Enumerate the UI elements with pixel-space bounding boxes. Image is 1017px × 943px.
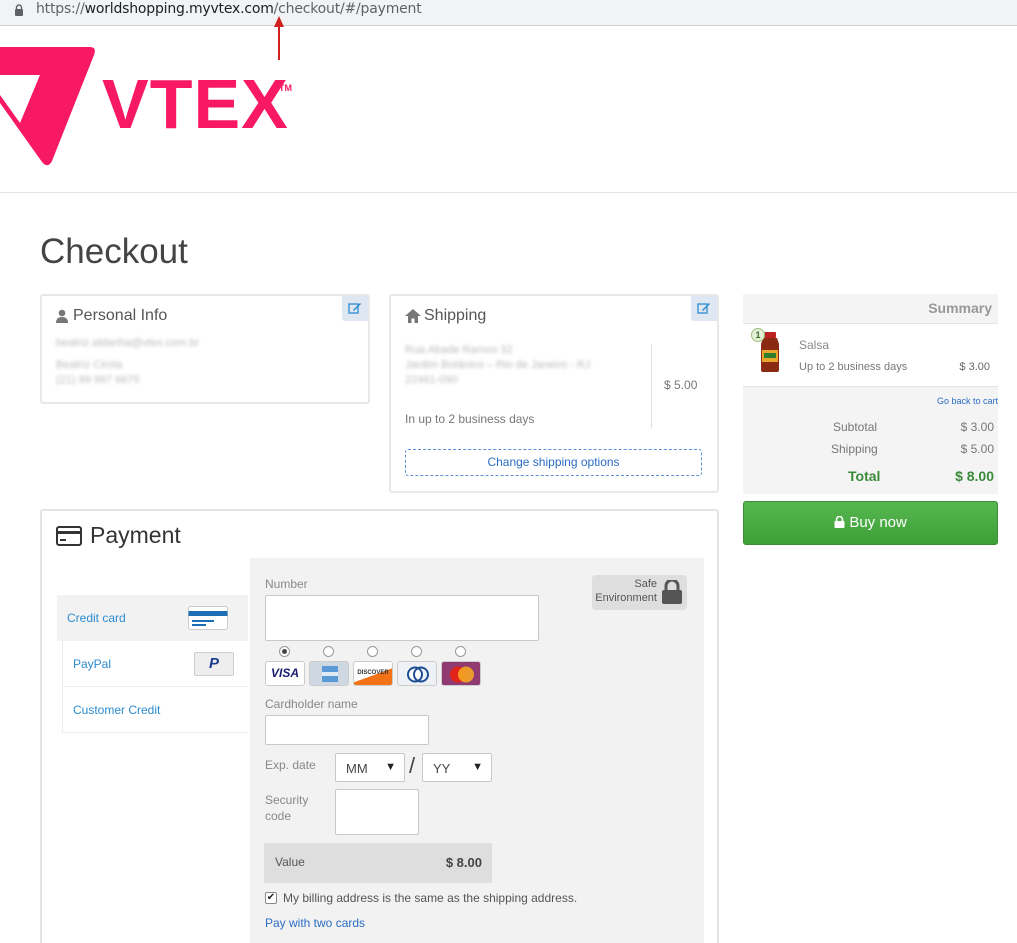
buy-now-button[interactable]: Buy now <box>743 501 998 545</box>
lock-icon <box>834 516 845 528</box>
paypal-icon: P <box>194 652 234 676</box>
safe-environment-badge: Safe Environment <box>592 575 687 610</box>
shipping-address-line2: Jardim Botânico – Rio de Janeiro - RJ <box>405 359 591 371</box>
personal-info-title: Personal Info <box>73 307 168 324</box>
brand-radio-diners[interactable] <box>411 646 422 657</box>
personal-phone: (21) 99 987 6675 <box>56 374 140 386</box>
visa-logo[interactable]: VISA <box>265 661 305 686</box>
order-summary: Summary 1 Salsa Up to 2 business days $ … <box>743 294 998 545</box>
back-to-cart-link[interactable]: Go back to cart <box>937 396 998 406</box>
personal-info-box: Personal Info beatriz.aldanha@vtex.com.b… <box>40 294 370 404</box>
amex-logo[interactable] <box>309 661 349 686</box>
pay-with-two-cards-link[interactable]: Pay with two cards <box>265 916 365 930</box>
item-name[interactable]: Salsa <box>799 338 829 352</box>
paypal-label: PayPal <box>73 657 112 671</box>
safe-line2: Environment <box>595 592 657 604</box>
cardholder-label: Cardholder name <box>265 697 358 711</box>
item-price: $ 3.00 <box>959 361 990 373</box>
security-code-input[interactable] <box>335 789 419 835</box>
page-title: Checkout <box>40 232 188 271</box>
shipping-label: Shipping <box>831 442 878 456</box>
value-amount: $ 8.00 <box>445 855 482 870</box>
credit-card-method-icon <box>188 606 228 630</box>
shipping-divider <box>651 344 652 428</box>
card-number-input[interactable] <box>265 595 539 641</box>
summary-totals: Go back to cart Subtotal $ 3.00 Shipping… <box>743 386 998 494</box>
chevron-down-icon: ▼ <box>472 761 483 773</box>
exp-date-label: Exp. date <box>265 758 316 772</box>
value-label: Value <box>275 855 305 869</box>
subtotal-value: $ 3.00 <box>960 420 994 434</box>
value-box: Value $ 8.00 <box>264 843 492 883</box>
discover-logo[interactable]: DISCOVER <box>353 661 393 686</box>
cardholder-name-input[interactable] <box>265 715 429 745</box>
lock-icon <box>15 4 23 16</box>
mastercard-logo[interactable] <box>441 661 481 686</box>
exp-date-slash: / <box>409 753 416 778</box>
exp-month-select[interactable]: MM ▼ <box>335 753 405 782</box>
trademark-mark: TM <box>279 83 292 93</box>
billing-same-checkbox[interactable]: ✔ <box>265 892 277 904</box>
buy-now-label: Buy now <box>849 514 907 531</box>
payment-method-paypal[interactable]: PayPal P <box>62 641 248 687</box>
shipping-estimate: In up to 2 business days <box>405 412 535 426</box>
shipping-box: Shipping Rua Abade Ramos 32 Jardim Botân… <box>389 294 719 493</box>
edit-icon <box>348 303 361 314</box>
home-icon <box>405 309 421 323</box>
shipping-address-line3: 22461-090 <box>405 374 458 386</box>
amex-icon <box>322 666 338 682</box>
shipping-price: $ 5.00 <box>664 378 698 392</box>
vtex-logo-icon[interactable] <box>0 47 100 171</box>
brand-radio-amex[interactable] <box>323 646 334 657</box>
url-text[interactable]: https://worldshopping.myvtex.com/checkou… <box>36 1 422 17</box>
item-quantity-badge: 1 <box>751 328 765 342</box>
vtex-logo-text[interactable]: VTEX <box>102 69 289 139</box>
credit-card-form: Number Safe Environment VISA DISCOVER Ca… <box>250 558 704 943</box>
edit-icon <box>697 303 710 314</box>
edit-personal-info-button[interactable] <box>342 296 368 321</box>
billing-same-label[interactable]: My billing address is the same as the sh… <box>283 891 577 905</box>
brand-radio-mastercard[interactable] <box>455 646 466 657</box>
credit-card-label: Credit card <box>67 611 126 625</box>
padlock-icon <box>662 580 682 604</box>
shipping-value: $ 5.00 <box>960 442 994 456</box>
exp-month-value: MM <box>346 761 368 776</box>
mastercard-icon <box>450 666 474 683</box>
payment-title: Payment <box>90 522 181 548</box>
subtotal-label: Subtotal <box>833 420 878 434</box>
exp-year-value: YY <box>433 761 451 776</box>
total-label: Total <box>848 468 881 484</box>
shipping-title: Shipping <box>424 307 487 324</box>
edit-shipping-button[interactable] <box>691 296 717 321</box>
safe-line1: Safe <box>634 578 657 590</box>
cart-item: 1 Salsa Up to 2 business days $ 3.00 <box>743 324 998 386</box>
change-shipping-options-button[interactable]: Change shipping options <box>405 449 702 476</box>
site-header: VTEX TM <box>0 27 1017 193</box>
summary-title: Summary <box>743 294 998 324</box>
customer-credit-label: Customer Credit <box>73 703 161 717</box>
payment-box: Payment Credit card PayPal P Customer Cr… <box>40 509 719 943</box>
number-label: Number <box>265 577 308 591</box>
brand-radio-discover[interactable] <box>367 646 378 657</box>
chevron-down-icon: ▼ <box>385 761 396 773</box>
diners-icon <box>407 666 429 683</box>
user-icon <box>56 309 68 323</box>
total-value: $ 8.00 <box>955 468 994 484</box>
credit-card-icon <box>56 526 82 546</box>
brand-radio-visa[interactable] <box>279 646 290 657</box>
exp-year-select[interactable]: YY ▼ <box>422 753 492 782</box>
personal-name: Beatriz Cirola <box>56 359 123 371</box>
shipping-address-line1: Rua Abade Ramos 32 <box>405 344 513 356</box>
security-code-label-2: code <box>265 809 292 823</box>
address-bar[interactable]: https://worldshopping.myvtex.com/checkou… <box>0 0 1017 26</box>
payment-method-customer-credit[interactable]: Customer Credit <box>62 687 248 733</box>
personal-email: beatriz.aldanha@vtex.com.br <box>56 337 200 349</box>
diners-logo[interactable] <box>397 661 437 686</box>
payment-method-credit-card[interactable]: Credit card <box>57 595 248 641</box>
security-code-label-1: Security <box>265 793 309 807</box>
item-delivery: Up to 2 business days <box>799 361 908 373</box>
